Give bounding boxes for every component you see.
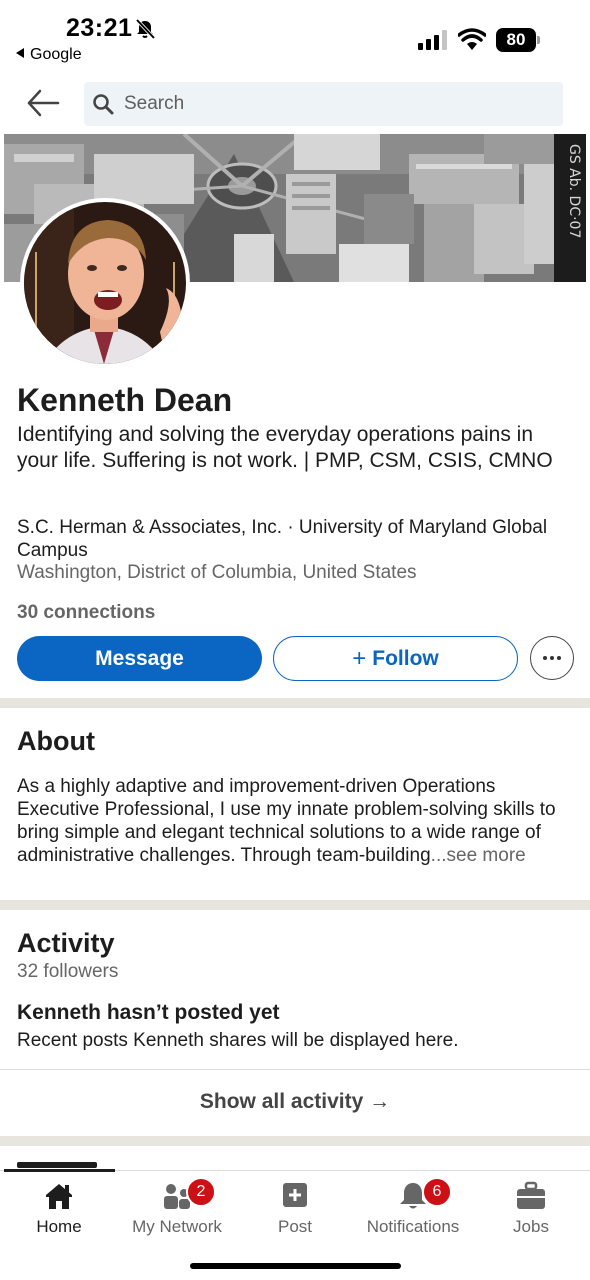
tab-my-network[interactable]: 2 My Network <box>118 1177 236 1237</box>
more-options-button[interactable] <box>530 636 574 680</box>
search-bar[interactable] <box>84 82 563 126</box>
tab-notifications[interactable]: 6 Notifications <box>354 1177 472 1237</box>
back-to-app-link[interactable]: Google <box>16 46 82 64</box>
notifications-badge: 6 <box>422 1177 452 1207</box>
battery-icon: 80 <box>496 28 540 52</box>
section-divider <box>0 698 590 708</box>
active-tab-indicator <box>4 1169 115 1172</box>
plus-icon: + <box>352 644 367 672</box>
profile-headline: Identifying and solving the everyday ope… <box>17 423 553 472</box>
avatar-image <box>24 202 186 364</box>
home-icon <box>46 1184 72 1209</box>
home-indicator <box>190 1263 401 1269</box>
follow-label: Follow <box>372 646 439 670</box>
profile-location: Washington, District of Columbia, United… <box>17 562 417 583</box>
profile-photo[interactable] <box>20 198 190 368</box>
briefcase-icon <box>517 1181 545 1209</box>
tab-jobs[interactable]: Jobs <box>472 1177 590 1237</box>
activity-title: Activity <box>17 928 115 958</box>
search-icon <box>93 94 114 115</box>
tab-label: Notifications <box>366 1217 460 1236</box>
network-badge: 2 <box>186 1177 216 1207</box>
show-all-activity-button[interactable]: Show all activity → <box>0 1090 590 1114</box>
no-posts-description: Recent posts Kenneth shares will be disp… <box>17 1030 459 1051</box>
about-title: About <box>17 726 95 756</box>
section-divider <box>0 1136 590 1146</box>
back-app-label: Google <box>30 46 82 63</box>
back-arrow-icon[interactable] <box>26 88 60 118</box>
battery-level: 80 <box>496 28 536 52</box>
status-bar: 23:21 Google 80 <box>0 0 590 72</box>
bell-off-icon <box>135 18 156 40</box>
tab-label: Jobs <box>513 1217 549 1236</box>
section-divider <box>0 900 590 910</box>
message-button[interactable]: Message <box>17 636 262 681</box>
svg-text:GS Ab. DC·07: GS Ab. DC·07 <box>566 144 582 238</box>
profile-company-education[interactable]: S.C. Herman & Associates, Inc. · Univers… <box>17 516 577 562</box>
status-time: 23:21 <box>66 14 133 42</box>
activity-divider <box>0 1069 590 1070</box>
tab-label: Home <box>36 1217 82 1236</box>
tab-post[interactable]: Post <box>236 1177 354 1237</box>
no-posts-title: Kenneth hasn’t posted yet <box>17 1001 280 1024</box>
back-triangle-icon <box>16 48 24 58</box>
wifi-icon <box>458 28 486 50</box>
tab-label: Post <box>277 1217 313 1236</box>
about-text[interactable]: As a highly adaptive and improvement-dri… <box>17 775 577 867</box>
followers-count: 32 followers <box>17 961 119 982</box>
plus-square-icon <box>283 1183 307 1207</box>
cellular-signal-icon <box>418 30 447 50</box>
connections-count[interactable]: 30 connections <box>17 602 155 624</box>
see-more-link[interactable]: ...see more <box>431 845 526 866</box>
tab-home[interactable]: Home <box>0 1177 118 1237</box>
profile-name: Kenneth Dean <box>17 382 233 418</box>
follow-button[interactable]: + Follow <box>273 636 518 681</box>
tab-label: My Network <box>132 1217 222 1236</box>
search-input[interactable] <box>124 82 544 126</box>
